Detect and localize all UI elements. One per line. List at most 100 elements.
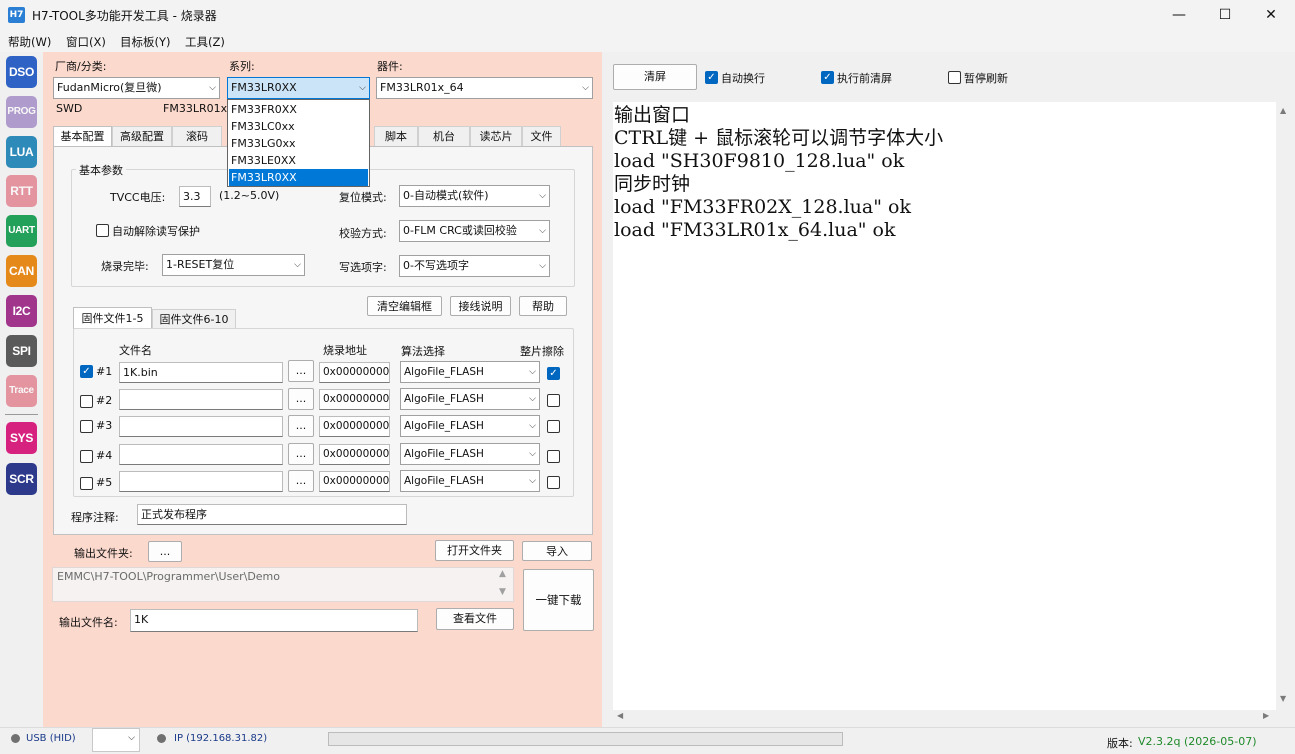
auto-wrap-checkbox[interactable]: ✓ [705,71,718,84]
firmware-enable-checkbox[interactable] [80,450,93,463]
browse-button[interactable]: ... [288,470,314,492]
browse-button[interactable]: ... [288,415,314,437]
one-key-download-button[interactable]: 一键下载 [523,569,594,631]
tool-can-button[interactable]: CAN [6,255,37,287]
series-option[interactable]: FM33LG0xx [229,135,368,152]
firmware-address-input[interactable]: 0x00000000 [319,389,390,410]
firmware-file-input[interactable] [119,471,283,492]
chevron-down-icon: ⌵ [539,261,546,271]
chip-erase-checkbox[interactable] [547,450,560,463]
device-select[interactable]: FM33LR01x_64 ⌵ [376,77,593,99]
reset-mode-select[interactable]: 0-自动模式(软件) ⌵ [399,185,550,207]
pause-refresh-checkbox[interactable] [948,71,961,84]
firmware-file-input[interactable]: 1K.bin [119,362,283,383]
firmware-address-input[interactable]: 0x00000000 [319,362,390,383]
wiring-guide-button[interactable]: 接线说明 [450,296,511,316]
open-folder-button[interactable]: 打开文件夹 [435,540,514,561]
console-horizontal-scrollbar[interactable]: ◀ ▶ [613,710,1276,724]
algorithm-select[interactable]: AlgoFile_FLASH ⌵ [400,443,540,465]
verify-select[interactable]: 0-FLM CRC或读回校验 ⌵ [399,220,550,242]
tab-rolling-code[interactable]: 滚码 [172,126,222,146]
tool-uart-button[interactable]: UART [6,215,37,247]
browse-button[interactable]: ... [288,443,314,465]
firmware-enable-checkbox[interactable]: ✓ [80,365,93,378]
scroll-left-icon[interactable]: ◀ [617,711,623,720]
option-bytes-select[interactable]: 0-不写选项字 ⌵ [399,255,550,277]
chip-erase-checkbox[interactable]: ✓ [547,367,560,380]
clear-screen-button[interactable]: 清屏 [613,64,697,90]
firmware-file-input[interactable] [119,416,283,437]
series-select[interactable]: FM33LR0XX ⌵ [227,77,370,99]
import-button[interactable]: 导入 [522,541,592,561]
tab-read-chip[interactable]: 读芯片 [470,126,522,146]
tab-file[interactable]: 文件 [522,126,561,146]
series-option[interactable]: FM33LE0XX [229,152,368,169]
tool-prog-button[interactable]: PROG [6,96,37,128]
series-option-selected[interactable]: FM33LR0XX [229,169,368,186]
finish-label: 烧录完毕: [101,260,149,273]
output-console[interactable]: 输出窗口 CTRL键 + 鼠标滚轮可以调节字体大小 load "SH30F9810_… [613,102,1276,710]
maximize-button[interactable]: ☐ [1202,0,1248,30]
console-vertical-scrollbar[interactable]: ▲ ▼ [1276,102,1293,710]
firmware-enable-checkbox[interactable] [80,477,93,490]
browse-button[interactable]: ... [288,360,314,382]
scroll-up-icon[interactable]: ▲ [1280,106,1286,115]
algorithm-select[interactable]: AlgoFile_FLASH ⌵ [400,361,540,383]
browse-button[interactable]: ... [288,388,314,410]
output-path-textarea[interactable]: EMMC\H7-TOOL\Programmer\User\Demo [52,567,514,602]
tool-scr-button[interactable]: SCR [6,463,37,495]
clear-edit-button[interactable]: 清空编辑框 [367,296,442,316]
output-folder-browse-button[interactable]: ... [148,541,182,562]
clear-before-run-checkbox[interactable]: ✓ [821,71,834,84]
tab-firmware-1-5[interactable]: 固件文件1-5 [73,307,152,329]
tool-lua-button[interactable]: LUA [6,136,37,168]
device-label: 器件: [377,60,403,73]
view-file-button[interactable]: 查看文件 [436,608,514,630]
program-note-input[interactable]: 正式发布程序 [137,504,407,525]
tab-firmware-6-10[interactable]: 固件文件6-10 [152,309,236,329]
chip-erase-checkbox[interactable] [547,476,560,489]
tool-dso-button[interactable]: DSO [6,56,37,88]
firmware-enable-checkbox[interactable] [80,395,93,408]
scroll-right-icon[interactable]: ▶ [1263,711,1269,720]
scroll-up-icon[interactable]: ▲ [499,569,506,579]
tab-advanced-config[interactable]: 高级配置 [112,126,172,146]
tvcc-input[interactable]: 3.3 [179,186,211,207]
finish-select[interactable]: 1-RESET复位 ⌵ [162,254,305,276]
menu-window[interactable]: 窗口(X) [66,34,106,50]
scroll-down-icon[interactable]: ▼ [499,587,506,597]
tool-trace-button[interactable]: Trace [6,375,37,407]
series-option[interactable]: FM33LC0xx [229,118,368,135]
algorithm-select[interactable]: AlgoFile_FLASH ⌵ [400,470,540,492]
chip-erase-checkbox[interactable] [547,420,560,433]
tab-basic-config[interactable]: 基本配置 [53,126,112,147]
tool-sys-button[interactable]: SYS [6,422,37,454]
vendor-select[interactable]: FudanMicro(复旦微) ⌵ [53,77,220,99]
menu-target-board[interactable]: 目标板(Y) [120,34,171,50]
menu-tools[interactable]: 工具(Z) [185,34,225,50]
progress-bar [328,732,843,746]
scroll-down-icon[interactable]: ▼ [1280,694,1286,703]
auto-unlock-checkbox[interactable] [96,224,109,237]
minimize-button[interactable]: — [1156,0,1202,30]
help-button[interactable]: 帮助 [519,296,567,316]
firmware-file-input[interactable] [119,444,283,465]
tool-rtt-button[interactable]: RTT [6,175,37,207]
firmware-address-input[interactable]: 0x00000000 [319,444,390,465]
algorithm-select[interactable]: AlgoFile_FLASH ⌵ [400,415,540,437]
firmware-file-input[interactable] [119,389,283,410]
firmware-enable-checkbox[interactable] [80,420,93,433]
output-filename-input[interactable]: 1K [130,609,418,632]
menu-help[interactable]: 帮助(W) [8,34,51,50]
chip-erase-checkbox[interactable] [547,394,560,407]
tool-i2c-button[interactable]: I2C [6,295,37,327]
tool-spi-button[interactable]: SPI [6,335,37,367]
close-button[interactable]: ✕ [1248,0,1294,30]
series-option[interactable]: FM33FR0XX [229,101,368,118]
tab-machine[interactable]: 机台 [418,126,470,146]
firmware-address-input[interactable]: 0x00000000 [319,416,390,437]
port-select[interactable]: ⌵ [92,728,140,752]
firmware-address-input[interactable]: 0x00000000 [319,471,390,492]
algorithm-select[interactable]: AlgoFile_FLASH ⌵ [400,388,540,410]
tab-script[interactable]: 脚本 [374,126,418,146]
